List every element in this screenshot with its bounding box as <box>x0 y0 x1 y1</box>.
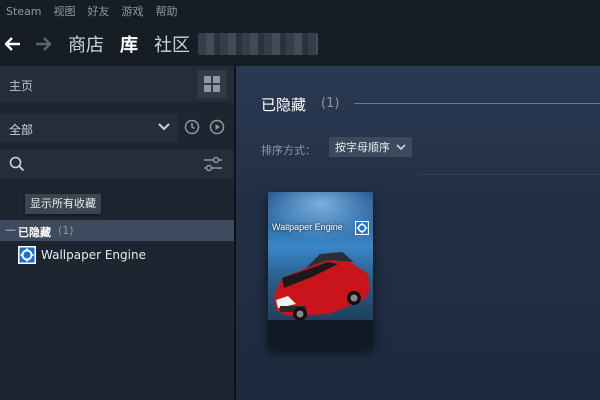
grid-view-button[interactable] <box>198 70 226 98</box>
home-button[interactable]: 主页 <box>0 66 234 102</box>
username-blurred[interactable] <box>198 33 318 55</box>
wallpaper-engine-icon <box>355 221 369 235</box>
sort-value: 按字母顺序 <box>335 141 390 154</box>
menu-steam[interactable]: Steam <box>6 5 42 18</box>
library-main: 已隐藏 (1) 排序方式： 按字母顺序 Wallpaper Engine <box>236 66 600 400</box>
menu-friends[interactable]: 好友 <box>88 3 110 19</box>
tab-library[interactable]: 库 <box>120 31 138 57</box>
game-name: Wallpaper Engine <box>41 248 146 262</box>
game-list-item[interactable]: Wallpaper Engine <box>0 244 234 266</box>
sort-label: 排序方式： <box>261 144 316 157</box>
divider <box>419 174 600 175</box>
show-all-collections-tooltip: 显示所有收藏 <box>25 194 101 214</box>
forward-button[interactable] <box>32 33 54 55</box>
library-search-input[interactable] <box>0 149 234 179</box>
game-card-wallpaper-engine[interactable]: Wallpaper Engine <box>268 192 373 348</box>
grid-icon <box>204 76 220 92</box>
chevron-down-icon <box>396 144 406 151</box>
chevron-down-icon <box>158 123 170 131</box>
game-card-title: Wallpaper Engine <box>272 222 343 232</box>
search-icon <box>9 156 25 172</box>
sort-dropdown[interactable]: 按字母顺序 <box>329 137 412 157</box>
menu-view[interactable]: 视图 <box>54 3 76 19</box>
home-label: 主页 <box>9 79 34 93</box>
arrow-right-icon <box>36 37 51 51</box>
play-icon[interactable] <box>209 119 225 135</box>
divider <box>354 103 600 104</box>
collection-header-hidden[interactable]: — 已隐藏 (1) <box>0 220 234 241</box>
wallpaper-engine-icon <box>18 246 36 264</box>
game-cover-art <box>268 192 373 348</box>
back-button[interactable] <box>2 33 24 55</box>
advanced-filter-icon[interactable] <box>203 156 223 172</box>
collection-count: (1) <box>58 224 74 237</box>
library-sidebar: 主页 全部 显示所有收藏 — 已隐藏 (1) Wallpaper Engine <box>0 66 236 400</box>
collapse-dash-icon[interactable]: — <box>5 223 16 236</box>
tab-community[interactable]: 社区 <box>154 31 190 57</box>
collection-filter-dropdown[interactable]: 全部 <box>0 114 178 142</box>
clock-icon[interactable] <box>184 119 200 135</box>
collection-label: 已隐藏 <box>18 226 51 239</box>
tab-store[interactable]: 商店 <box>68 31 104 57</box>
menu-games[interactable]: 游戏 <box>122 3 144 19</box>
nav-bar: 商店 库 社区 <box>0 22 600 66</box>
menu-help[interactable]: 帮助 <box>156 3 178 19</box>
filter-value: 全部 <box>9 123 34 137</box>
menu-bar: Steam 视图 好友 游戏 帮助 <box>0 0 600 22</box>
section-title: 已隐藏 <box>261 96 307 114</box>
arrow-left-icon <box>5 37 20 51</box>
section-count: (1) <box>321 96 340 111</box>
